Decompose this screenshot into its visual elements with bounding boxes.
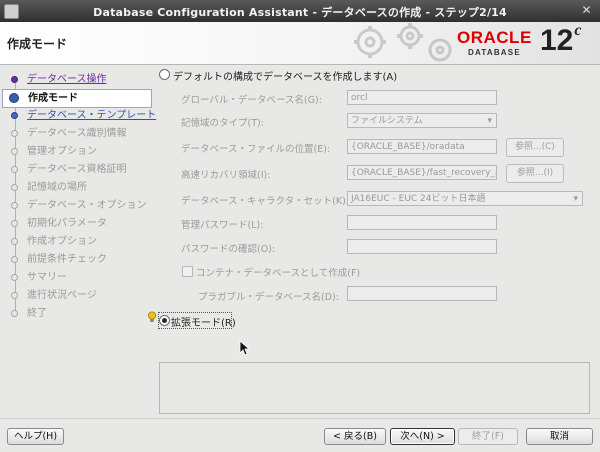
finish-button[interactable]: 終了(F) (458, 428, 518, 445)
wizard-footer: ヘルプ(H) < 戻る(B) 次へ(N) > 終了(F) 取消 (0, 418, 600, 452)
admin-password-field[interactable] (347, 215, 497, 230)
advanced-mode-label[interactable]: 拡張モード(R) (171, 314, 236, 329)
step-dot-icon (9, 93, 19, 103)
next-button[interactable]: 次へ(N) > (390, 428, 455, 445)
pluggable-db-name-field[interactable] (347, 286, 497, 301)
step-dot-icon (11, 166, 18, 173)
window-title: Database Configuration Assistant - データベー… (93, 6, 507, 19)
sidebar-item-storage-locations: 記憶域の場所 (2, 179, 150, 196)
help-button[interactable]: ヘルプ(H) (7, 428, 64, 445)
wizard-header: 作成モード ORACLE DATABASE 12c (0, 22, 600, 65)
step-dot-icon (11, 220, 18, 227)
step-dot-icon (11, 148, 18, 155)
sidebar-item-database-identification: データベース識別情報 (2, 125, 150, 142)
window-titlebar: Database Configuration Assistant - データベー… (0, 0, 600, 23)
step-dot-icon (11, 202, 18, 209)
storage-type-label: 記憶域のタイプ(T): (181, 118, 264, 129)
step-dot-icon (11, 292, 18, 299)
sidebar-item-progress-page: 進行状況ページ (2, 287, 150, 304)
sidebar-item-label: 作成オプション (27, 236, 97, 247)
sidebar-item-creation-options: 作成オプション (2, 233, 150, 250)
advanced-mode-radio[interactable] (159, 315, 170, 326)
sidebar-item-label: 初期化パラメータ (27, 218, 107, 229)
sidebar-item-label: 管理オプション (27, 146, 97, 157)
sidebar-item-label: サマリー (27, 272, 67, 283)
close-icon[interactable]: ✕ (579, 3, 594, 18)
global-db-name-label: グローバル・データベース名(G): (181, 95, 322, 106)
container-db-label: コンテナ・データベースとして作成(F) (196, 268, 361, 279)
step-dot-icon (11, 76, 18, 83)
db-file-location-field[interactable]: {ORACLE_BASE}/oradata (347, 139, 497, 154)
mouse-cursor-icon (239, 340, 249, 356)
sidebar-item-database-credentials: データベース資格証明 (2, 161, 150, 178)
sidebar-item-database-options: データベース・オプション (2, 197, 150, 214)
sidebar-item-label: データベース・オプション (27, 200, 147, 211)
container-db-checkbox[interactable] (182, 266, 193, 277)
sidebar-item-summary: サマリー (2, 269, 150, 286)
message-pane (159, 362, 590, 414)
step-dot-icon (11, 256, 18, 263)
back-button[interactable]: < 戻る(B) (324, 428, 386, 445)
sidebar-item-management-options: 管理オプション (2, 143, 150, 160)
step-dot-icon (11, 112, 18, 119)
version-logo: 12c (540, 22, 582, 58)
db-file-location-label: データベース・ファイルの位置(E): (181, 144, 331, 155)
sidebar-item-label: 前提条件チェック (27, 254, 107, 265)
step-dot-icon (11, 310, 18, 317)
sidebar-item-label: 終了 (27, 308, 47, 319)
confirm-password-field[interactable] (347, 239, 497, 254)
oracle-database-label: DATABASE (468, 48, 521, 57)
sidebar-item-label: 記憶域の場所 (27, 182, 87, 193)
step-navigation: データベース操作 作成モード データベース・テンプレート データベース識別情報 … (2, 66, 156, 414)
pluggable-db-name-label: プラガブル・データベース名(D): (198, 292, 339, 303)
sidebar-item-database-operation[interactable]: データベース操作 (2, 71, 150, 88)
global-db-name-field[interactable]: orcl (347, 90, 497, 105)
default-config-label[interactable]: デフォルトの構成でデータベースを作成します(A) (173, 68, 397, 83)
cancel-button[interactable]: 取消 (526, 428, 593, 445)
fast-recovery-area-field[interactable]: {ORACLE_BASE}/fast_recovery_are (347, 165, 497, 180)
browse-recovery-area-button[interactable]: 参照...(I) (506, 164, 564, 183)
page-title: 作成モード (7, 37, 68, 51)
charset-select[interactable]: JA16EUC - EUC 24ビット日本語 (347, 191, 583, 206)
default-config-radio[interactable] (159, 69, 170, 80)
sidebar-item-prerequisite-checks: 前提条件チェック (2, 251, 150, 268)
sidebar-item-creation-mode[interactable]: 作成モード (2, 89, 152, 108)
step-dot-icon (11, 184, 18, 191)
version-number: 12 (540, 24, 574, 57)
sidebar-item-label: 進行状況ページ (27, 290, 97, 301)
charset-label: データベース・キャラクタ・セット(K): (181, 196, 349, 207)
step-dot-icon (11, 274, 18, 281)
sidebar-item-database-template[interactable]: データベース・テンプレート (2, 107, 156, 124)
lightbulb-icon (148, 311, 156, 322)
gears-icon (354, 23, 452, 62)
sidebar-item-label: データベース資格証明 (27, 164, 127, 175)
sidebar-item-label: 作成モード (28, 93, 78, 104)
confirm-password-label: パスワードの確認(O): (181, 244, 276, 255)
sidebar-item-finish: 終了 (2, 305, 150, 322)
sidebar-item-label: データベース・テンプレート (27, 110, 157, 121)
version-suffix: c (574, 22, 582, 39)
sidebar-item-init-parameters: 初期化パラメータ (2, 215, 150, 232)
step-dot-icon (11, 238, 18, 245)
oracle-brand: ORACLE (457, 28, 532, 47)
admin-password-label: 管理パスワード(L): (181, 220, 264, 231)
step-dot-icon (11, 130, 18, 137)
browse-file-location-button[interactable]: 参照...(C) (506, 138, 564, 157)
sidebar-item-label: データベース識別情報 (27, 128, 127, 139)
sidebar-item-label: データベース操作 (27, 74, 107, 85)
content-panel: デフォルトの構成でデータベースを作成します(A) グローバル・データベース名(G… (148, 64, 595, 416)
oracle-logo: ORACLE DATABASE (453, 26, 538, 60)
fast-recovery-area-label: 高速リカバリ領域(I): (181, 170, 271, 181)
storage-type-select[interactable]: ファイルシステム (347, 113, 497, 128)
